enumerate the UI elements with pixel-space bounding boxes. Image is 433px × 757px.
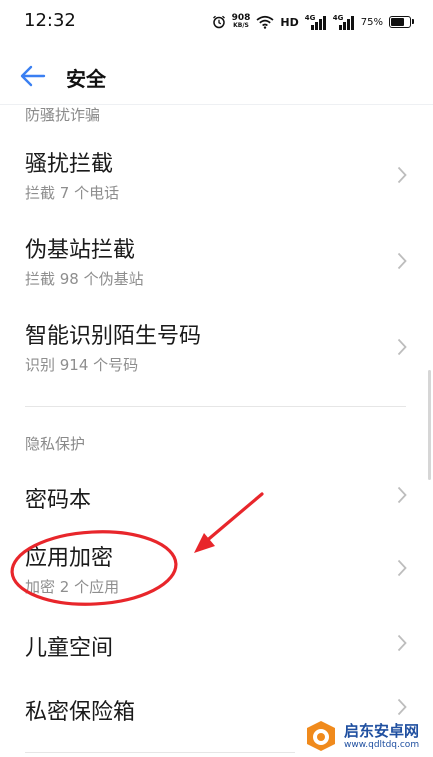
chevron-right-icon — [397, 338, 407, 356]
row-title: 伪基站拦截 — [25, 238, 136, 263]
chevron-right-icon — [397, 252, 407, 270]
row-subtitle: 拦截 7 个电话 — [25, 184, 120, 202]
watermark-url: www.qdltdq.com — [344, 740, 420, 750]
watermark-title: 启东安卓网 — [344, 722, 420, 740]
row-subtitle: 加密 2 个应用 — [25, 578, 120, 596]
page-title: 安全 — [66, 67, 106, 91]
alarm-icon — [212, 15, 225, 29]
chevron-right-icon — [397, 634, 407, 652]
signal-icon: 4G — [305, 14, 327, 30]
section-title-anti-harassment: 防骚扰诈骗 — [25, 106, 101, 124]
network-speed-unit: KB/S — [233, 22, 249, 29]
chevron-right-icon — [397, 698, 407, 716]
scrollbar[interactable] — [428, 370, 431, 480]
back-arrow-icon[interactable] — [18, 62, 48, 90]
row-app-encryption[interactable]: 应用加密 加密 2 个应用 — [0, 534, 433, 606]
status-icons: 908 KB/S HD 4G 4G 75% — [212, 12, 414, 32]
section-divider — [25, 406, 406, 407]
row-subtitle: 识别 914 个号码 — [25, 356, 139, 374]
battery-fill — [391, 18, 404, 26]
status-time: 12:32 — [24, 10, 76, 31]
signal-icon-2: 4G — [333, 14, 355, 30]
section-title-privacy-protection: 隐私保护 — [25, 435, 86, 453]
row-title: 密码本 — [25, 488, 92, 513]
watermark-logo-icon — [307, 721, 335, 751]
wifi-icon — [256, 15, 274, 29]
row-title: 私密保险箱 — [25, 700, 136, 725]
row-title: 儿童空间 — [25, 636, 114, 661]
battery-icon — [389, 16, 414, 28]
row-subtitle: 拦截 98 个伪基站 — [25, 270, 144, 288]
security-settings-screen: 12:32 908 KB/S HD 4G 4G 75% 安全 防骚扰诈骗 骚扰拦… — [0, 0, 433, 757]
row-harassment-interception[interactable]: 骚扰拦截 拦截 7 个电话 — [0, 138, 433, 216]
row-title: 智能识别陌生号码 — [25, 324, 202, 349]
row-kids-space[interactable]: 儿童空间 — [0, 618, 433, 670]
row-title: 应用加密 — [25, 546, 114, 571]
row-password-book[interactable]: 密码本 — [0, 470, 433, 522]
row-smart-caller-id[interactable]: 智能识别陌生号码 识别 914 个号码 — [0, 310, 433, 388]
row-fake-base-station-interception[interactable]: 伪基站拦截 拦截 98 个伪基站 — [0, 224, 433, 302]
hd-indicator: HD — [280, 15, 299, 29]
network-speed: 908 KB/S — [232, 14, 251, 30]
chevron-right-icon — [397, 166, 407, 184]
status-bar: 12:32 908 KB/S HD 4G 4G 75% — [0, 0, 433, 44]
chevron-right-icon — [397, 559, 407, 577]
chevron-right-icon — [397, 486, 407, 504]
network-speed-value: 908 — [231, 13, 251, 23]
row-title: 骚扰拦截 — [25, 152, 114, 177]
bottom-divider — [25, 752, 295, 753]
watermark: 启东安卓网 www.qdltdq.com — [302, 715, 430, 755]
app-header: 安全 — [0, 50, 433, 102]
battery-percentage: 75% — [360, 16, 383, 28]
